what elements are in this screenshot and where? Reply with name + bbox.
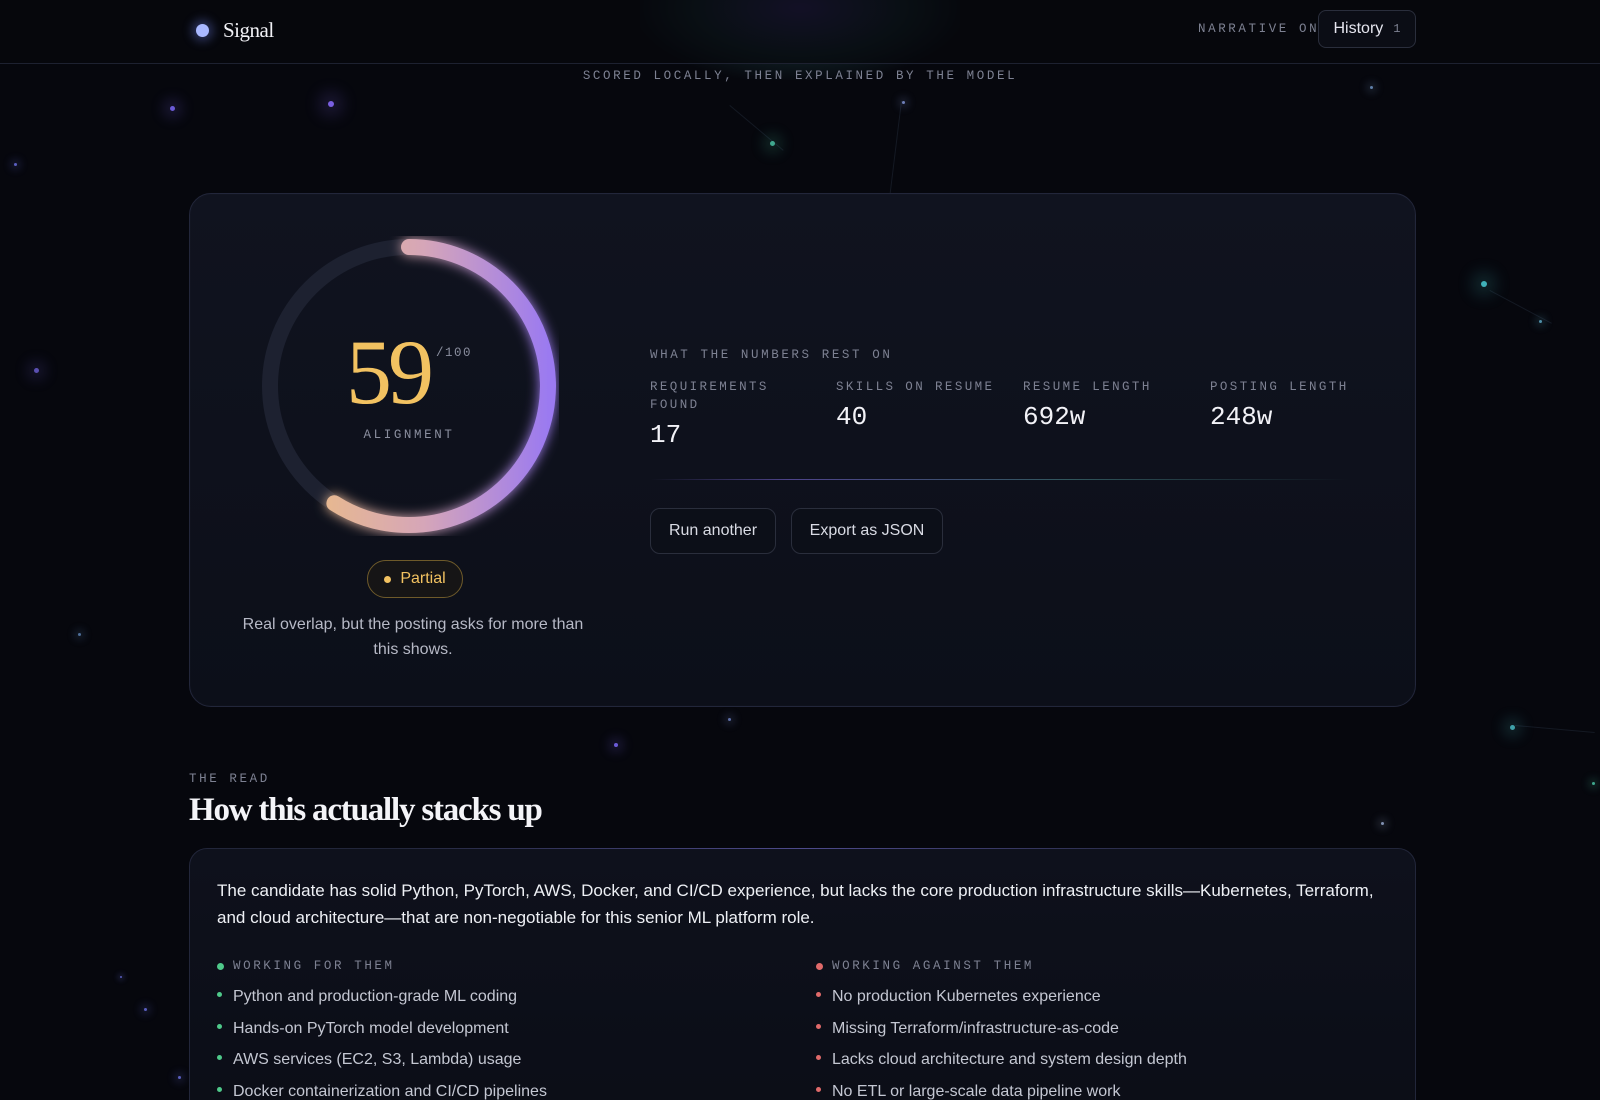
- metric-requirements-found: REQUIREMENTS FOUND 17: [650, 378, 820, 450]
- constellation-line: [1514, 725, 1595, 733]
- constellation-line: [889, 100, 902, 196]
- star-dot: [178, 1076, 181, 1079]
- bullet-icon: [217, 1023, 222, 1029]
- bullet-icon: [217, 1086, 222, 1092]
- metric-value: 17: [650, 420, 682, 450]
- star-dot: [144, 1008, 147, 1011]
- history-button[interactable]: History 1: [1318, 10, 1416, 48]
- metrics-divider: [650, 479, 1350, 480]
- star-dot: [328, 101, 334, 107]
- star-dot: [170, 106, 175, 111]
- list-item: No production Kubernetes experience: [816, 985, 1376, 1017]
- constellation-line: [1489, 290, 1552, 324]
- metric-label: REQUIREMENTS FOUND: [650, 380, 769, 412]
- history-label: History: [1333, 20, 1384, 37]
- star-dot: [1381, 822, 1384, 825]
- star-dot: [120, 976, 122, 978]
- bullet-icon: [816, 1086, 821, 1092]
- history-count: 1: [1393, 22, 1401, 36]
- brand-name: Signal: [223, 18, 274, 42]
- metric-label: SKILLS ON RESUME: [836, 380, 995, 394]
- score-card: 59 /100 ALIGNMENT Partial Real overlap, …: [189, 193, 1416, 707]
- badge-dot-icon: [384, 575, 392, 583]
- read-eyebrow: THE READ: [189, 772, 270, 786]
- metric-value: 40: [836, 402, 868, 432]
- list-item-text: Lacks cloud architecture and system desi…: [832, 1051, 1187, 1068]
- working-against-list: No production Kubernetes experience Miss…: [816, 985, 1376, 1100]
- score-display: 59 /100: [259, 326, 559, 418]
- badge-label: Partial: [400, 570, 446, 587]
- working-for-header: WORKING FOR THEM: [217, 959, 777, 973]
- working-against-title: WORKING AGAINST THEM: [832, 959, 1035, 973]
- bullet-icon: [816, 992, 821, 997]
- positive-dot-icon: [217, 962, 224, 970]
- bullet-icon: [816, 1023, 821, 1029]
- narrative-status: NARRATIVE ON: [1198, 22, 1320, 36]
- metric-value: 248w: [1210, 402, 1273, 432]
- metrics-eyebrow: WHAT THE NUMBERS REST ON: [650, 348, 893, 362]
- metric-skills-on-resume: SKILLS ON RESUME 40: [836, 378, 1006, 432]
- metric-value: 692w: [1023, 402, 1086, 432]
- list-item: Missing Terraform/infrastructure-as-code: [816, 1017, 1376, 1049]
- list-item: Docker containerization and CI/CD pipeli…: [217, 1080, 777, 1100]
- alignment-gauge: 59 /100 ALIGNMENT: [259, 236, 559, 536]
- metric-label: POSTING LENGTH: [1210, 380, 1349, 394]
- list-item-text: Missing Terraform/infrastructure-as-code: [832, 1019, 1119, 1037]
- star-dot: [34, 368, 39, 373]
- page-subtitle: SCORED LOCALLY, THEN EXPLAINED BY THE MO…: [582, 69, 1018, 83]
- score-value: 59: [345, 321, 434, 423]
- run-another-button[interactable]: Run another: [650, 508, 776, 554]
- brand[interactable]: Signal: [196, 18, 274, 43]
- metric-posting-length: POSTING LENGTH 248w: [1210, 378, 1380, 432]
- working-against-column: WORKING AGAINST THEM No production Kuber…: [816, 959, 1376, 1100]
- list-item: Hands-on PyTorch model development: [217, 1017, 777, 1049]
- working-against-header: WORKING AGAINST THEM: [816, 959, 1376, 973]
- list-item: Python and production-grade ML coding: [217, 985, 777, 1017]
- list-item-text: No production Kubernetes experience: [832, 988, 1101, 1005]
- working-for-column: WORKING FOR THEM Python and production-g…: [217, 959, 777, 1100]
- metric-resume-length: RESUME LENGTH 692w: [1023, 378, 1193, 432]
- verdict-text: Real overlap, but the posting asks for m…: [242, 616, 584, 658]
- list-item: Lacks cloud architecture and system desi…: [816, 1048, 1376, 1080]
- top-bar: Signal NARRATIVE ON History 1: [0, 0, 1600, 64]
- star-dot: [14, 163, 17, 166]
- star-dot: [902, 101, 905, 104]
- list-item-text: Hands-on PyTorch model development: [233, 1019, 509, 1037]
- bullet-icon: [816, 1055, 821, 1060]
- star-dot: [1481, 281, 1487, 287]
- list-item-text: No ETL or large-scale data pipeline work: [832, 1082, 1121, 1100]
- list-item: AWS services (EC2, S3, Lambda) usage: [217, 1048, 777, 1080]
- negative-dot-icon: [816, 962, 823, 970]
- score-max: /100: [435, 346, 472, 360]
- list-item-text: Python and production-grade ML coding: [233, 988, 518, 1005]
- star-dot: [728, 718, 731, 721]
- metric-label: RESUME LENGTH: [1023, 380, 1152, 394]
- status-badge: Partial: [367, 560, 463, 598]
- star-dot: [614, 743, 618, 747]
- brand-logo-icon: [196, 24, 209, 37]
- working-for-list: Python and production-grade ML coding Ha…: [217, 985, 777, 1100]
- list-item-text: AWS services (EC2, S3, Lambda) usage: [233, 1051, 522, 1068]
- list-item: No ETL or large-scale data pipeline work: [816, 1080, 1376, 1100]
- star-dot: [78, 633, 81, 636]
- read-card: The candidate has solid Python, PyTorch,…: [189, 848, 1416, 1100]
- read-title: How this actually stacks up: [189, 792, 543, 828]
- star-dot: [1592, 782, 1595, 785]
- star-dot: [1539, 320, 1542, 323]
- star-dot: [1370, 86, 1373, 89]
- export-json-button[interactable]: Export as JSON: [791, 508, 943, 554]
- list-item-text: Docker containerization and CI/CD pipeli…: [233, 1082, 547, 1100]
- bullet-icon: [217, 1055, 222, 1060]
- constellation-line: [729, 105, 784, 151]
- working-for-title: WORKING FOR THEM: [233, 959, 395, 973]
- bullet-icon: [217, 992, 222, 997]
- score-label: ALIGNMENT: [363, 428, 455, 442]
- read-summary: The candidate has solid Python, PyTorch,…: [217, 881, 1374, 927]
